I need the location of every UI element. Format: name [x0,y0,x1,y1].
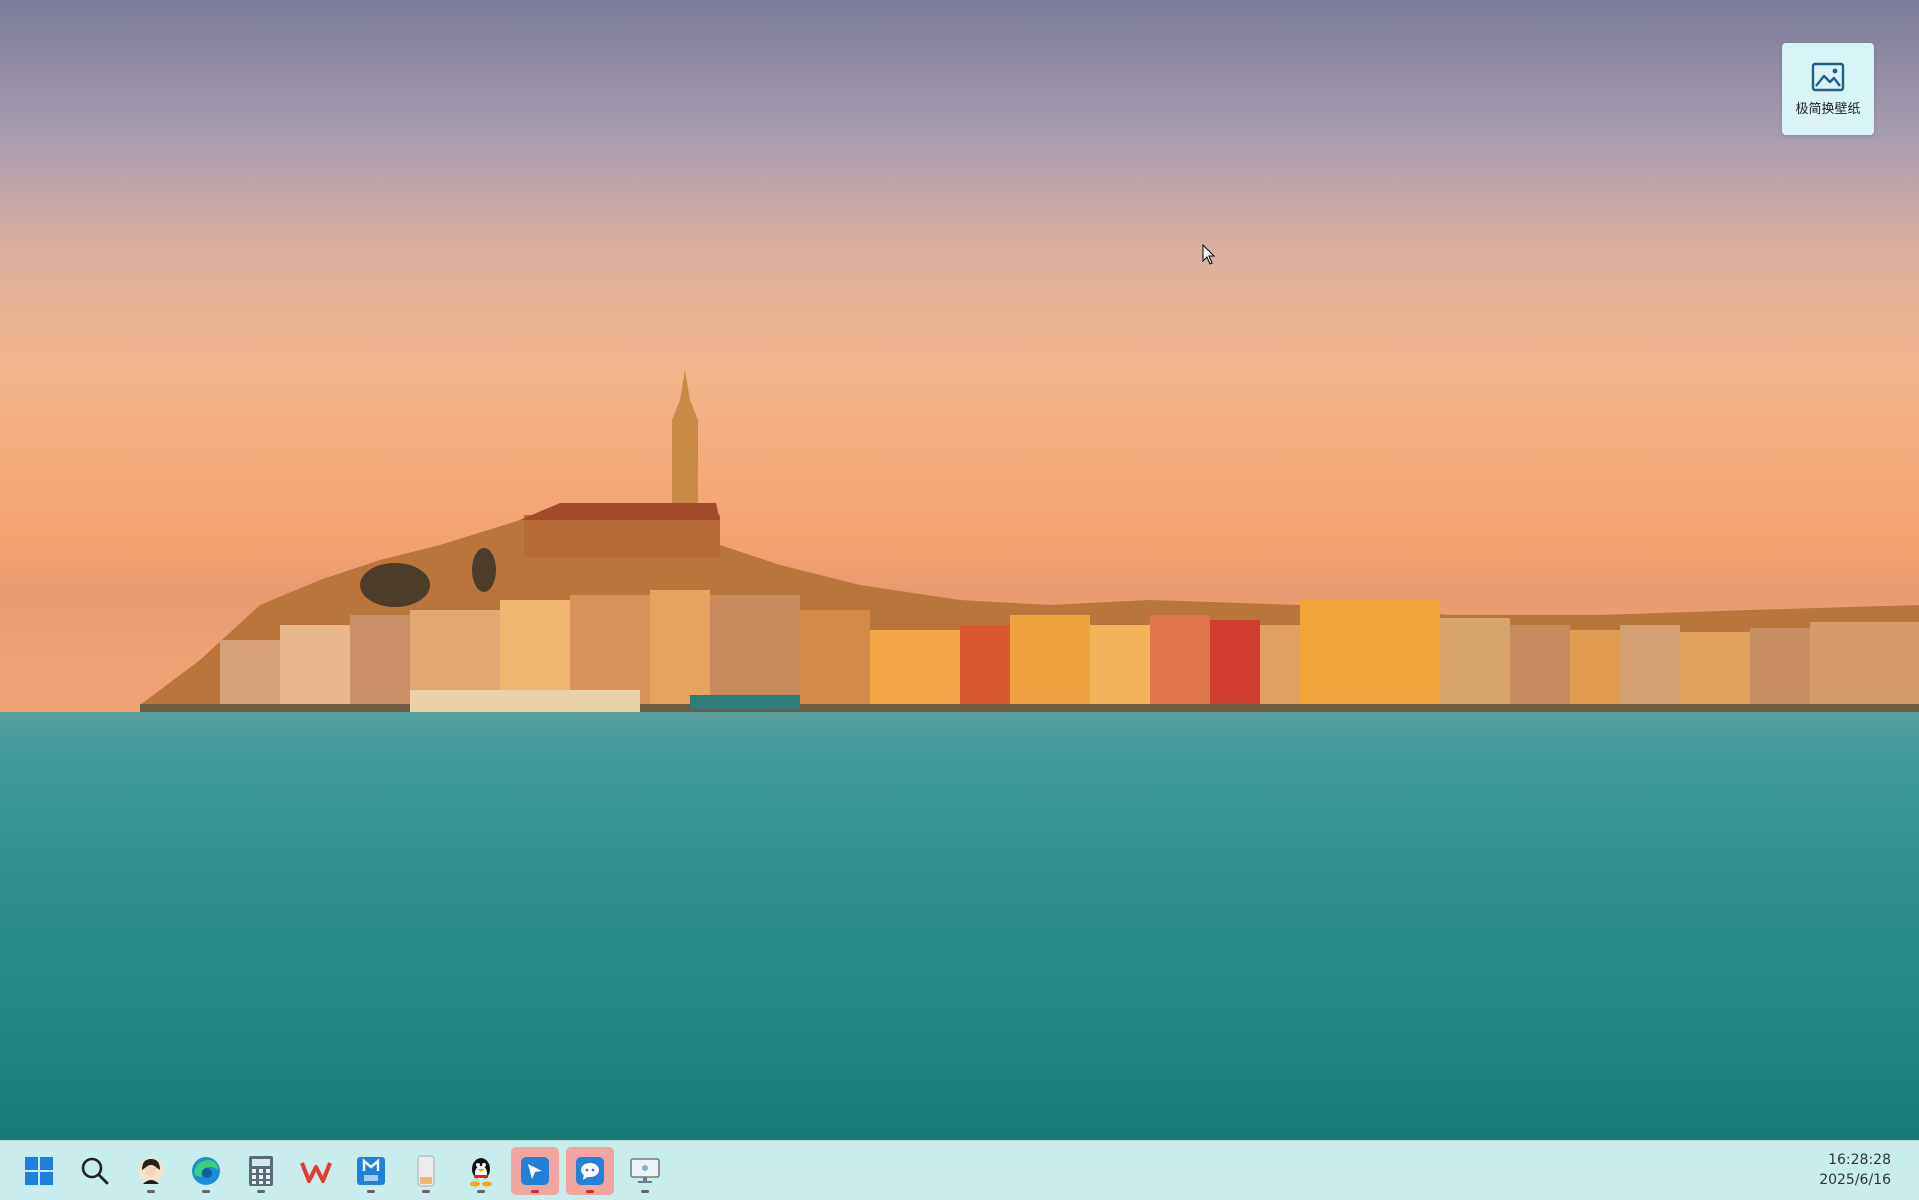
search-icon [81,1157,109,1185]
taskbar-app-chat[interactable] [566,1147,614,1195]
mouse-cursor [1202,244,1216,265]
running-indicator [202,1190,210,1193]
taskbar: 16:28:28 2025/6/16 [0,1140,1919,1200]
monitor-icon [630,1158,660,1183]
running-indicator [147,1190,155,1193]
search-button[interactable] [71,1147,119,1195]
avatar-app-icon [138,1158,164,1184]
taskbar-app-monitor[interactable] [621,1147,669,1195]
wps-office-icon [300,1162,332,1183]
m-app-icon [357,1157,385,1185]
running-indicator [586,1190,594,1193]
edge-browser-icon [192,1157,220,1185]
wallpaper-changer-label: 极简换壁纸 [1795,101,1861,117]
taskbar-app-qq[interactable] [457,1147,505,1195]
running-indicator [422,1190,430,1193]
taskbar-app-edge[interactable] [182,1147,230,1195]
town-skyline [140,370,1919,734]
taskbar-app-phone[interactable] [402,1147,450,1195]
phone-icon [417,1155,435,1187]
image-icon [1811,62,1845,91]
calculator-icon [249,1156,273,1186]
running-indicator [477,1190,485,1193]
system-clock[interactable]: 16:28:28 2025/6/16 [1819,1150,1891,1190]
running-indicator [531,1190,539,1193]
taskbar-app-m[interactable] [347,1147,395,1195]
taskbar-app-avatar[interactable] [127,1147,175,1195]
running-indicator [367,1190,375,1193]
running-indicator [257,1190,265,1193]
paper-plane-icon [521,1157,549,1185]
taskbar-app-feishu[interactable] [511,1147,559,1195]
start-button[interactable] [15,1147,63,1195]
windows-logo-icon [25,1157,53,1185]
qq-penguin-icon [470,1158,492,1187]
desktop-wallpaper [0,0,1919,1140]
wallpaper-changer-widget[interactable]: 极简换壁纸 [1782,43,1874,135]
chat-bubble-icon [576,1157,604,1185]
clock-time: 16:28:28 [1828,1152,1891,1168]
running-indicator [641,1190,649,1193]
clock-date: 2025/6/16 [1819,1172,1891,1188]
sea [0,712,1919,1140]
taskbar-app-wps[interactable] [292,1147,340,1195]
taskbar-app-calculator[interactable] [237,1147,285,1195]
